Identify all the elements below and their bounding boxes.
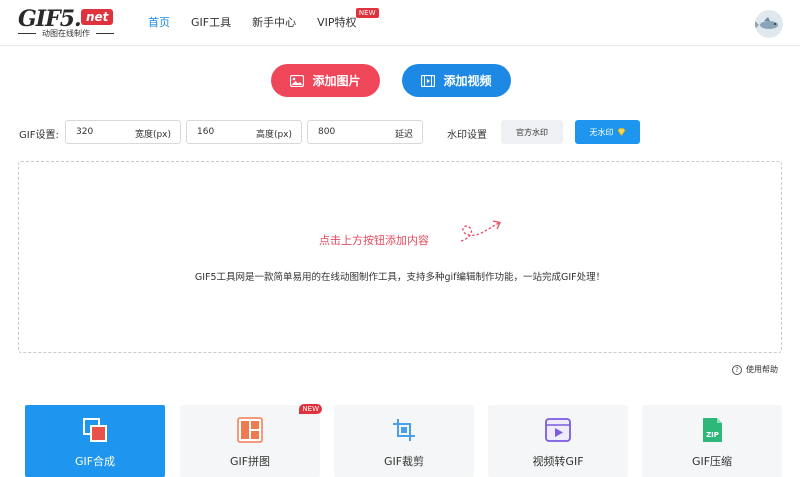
tool-list: GIF合成 NEW GIF拼图 GIF裁剪 视频转GIF ZIP GIF压缩 [25, 404, 795, 477]
width-value: 320 [76, 127, 94, 137]
delay-field[interactable]: 800 延迟 [307, 120, 423, 144]
new-badge: NEW [355, 8, 379, 18]
tool-gif-merge[interactable]: GIF合成 [25, 405, 165, 477]
width-unit: 宽度(px) [134, 130, 171, 140]
nav-item-beginner[interactable]: 新手中心 [252, 14, 296, 30]
logo[interactable]: GIF5. net 动图在线制作 [18, 6, 118, 40]
diamond-icon [617, 128, 625, 136]
height-field[interactable]: 160 高度(px) [186, 120, 302, 144]
tool-label: GIF拼图 [229, 455, 271, 468]
height-value: 160 [197, 127, 215, 137]
site-description: GIF5工具网是一款简单易用的在线动图制作工具，支持多种gif编辑制作功能，一站… [194, 272, 606, 283]
tool-label: GIF合成 [74, 455, 116, 468]
new-badge: NEW [299, 404, 322, 414]
tool-gif-crop[interactable]: GIF裁剪 [334, 405, 474, 477]
avatar-fish-icon [755, 17, 778, 29]
delay-value: 800 [318, 127, 336, 137]
add-video-button[interactable]: 添加视频 [402, 64, 511, 97]
no-watermark-button[interactable]: 无水印 [575, 120, 640, 144]
logo-subtitle: 动图在线制作 [18, 28, 114, 39]
tool-label: 视频转GIF [532, 455, 584, 468]
header: GIF5. net 动图在线制作 首页 GIF工具 新手中心 VIP特权 NEW [0, 0, 800, 46]
official-watermark-button[interactable]: 官方水印 [501, 120, 563, 144]
image-icon [290, 74, 305, 87]
avatar[interactable] [755, 10, 783, 38]
curly-arrow-icon [460, 220, 501, 242]
gif-settings-label: GIF设置: [19, 130, 59, 141]
tool-label: GIF压缩 [691, 455, 733, 468]
add-image-button[interactable]: 添加图片 [271, 64, 380, 97]
nav-item-home[interactable]: 首页 [148, 14, 170, 30]
help-label: 使用帮助 [746, 365, 778, 374]
watermark-settings-label: 水印设置 [447, 130, 487, 141]
logo-net-badge: net [81, 9, 114, 25]
tool-gif-collage[interactable]: NEW GIF拼图 [180, 404, 322, 477]
layers-icon [83, 418, 107, 442]
tool-video-to-gif[interactable]: 视频转GIF [488, 405, 628, 477]
video-icon [421, 74, 436, 87]
no-watermark-label: 无水印 [589, 127, 614, 137]
width-field[interactable]: 320 宽度(px) [65, 120, 181, 144]
help-icon: ? [732, 364, 742, 375]
svg-text:ZIP: ZIP [706, 431, 719, 439]
add-video-label: 添加视频 [443, 74, 492, 88]
video-convert-icon [545, 418, 571, 442]
drop-zone[interactable]: 点击上方按钮添加内容 GIF5工具网是一款简单易用的在线动图制作工具，支持多种g… [18, 161, 782, 353]
height-unit: 高度(px) [255, 130, 292, 140]
nav-item-gif-tools[interactable]: GIF工具 [191, 14, 231, 30]
help-link[interactable]: ? 使用帮助 [732, 364, 778, 375]
main-nav: 首页 GIF工具 新手中心 VIP特权 NEW [148, 8, 379, 30]
nav-item-vip-label: VIP特权 [317, 16, 357, 29]
collage-icon [237, 417, 263, 443]
tool-label: GIF裁剪 [383, 455, 425, 468]
nav-item-vip[interactable]: VIP特权 NEW [317, 8, 379, 30]
add-image-label: 添加图片 [312, 74, 361, 88]
crop-icon [393, 419, 415, 441]
delay-unit: 延迟 [394, 130, 413, 140]
add-content-hint: 点击上方按钮添加内容 [319, 234, 429, 247]
tool-gif-compress[interactable]: ZIP GIF压缩 [642, 405, 782, 477]
zip-icon: ZIP [703, 418, 722, 442]
